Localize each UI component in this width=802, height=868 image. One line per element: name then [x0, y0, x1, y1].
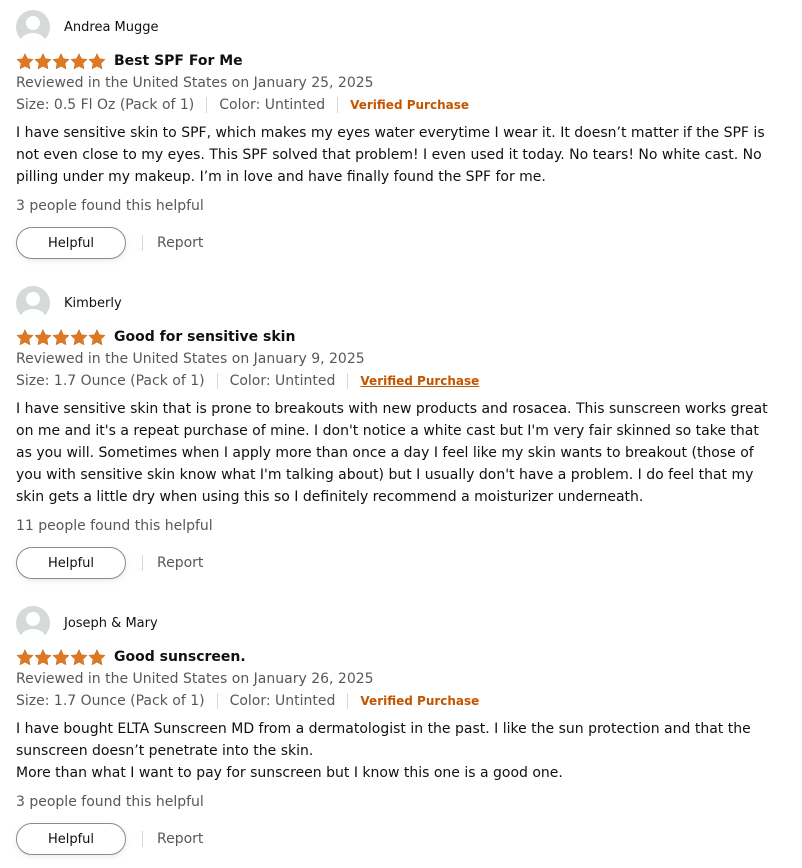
avatar [16, 606, 50, 640]
star-icon [70, 328, 88, 346]
review-body: I have sensitive skin to SPF, which make… [16, 122, 776, 188]
review-format-strip: Size: 1.7 Ounce (Pack of 1) Color: Untin… [16, 691, 786, 711]
review-title[interactable]: Good sunscreen. [114, 649, 246, 665]
review-format-strip: Size: 1.7 Ounce (Pack of 1) Color: Untin… [16, 371, 786, 391]
divider [216, 373, 218, 389]
helpful-count: 11 people found this helpful [16, 518, 213, 534]
helpful-count: 3 people found this helpful [16, 794, 204, 810]
reviewer-name[interactable]: Kimberly [64, 296, 122, 311]
review-card: Andrea Mugge Best SPF For Me Reviewed in… [16, 10, 786, 260]
divider [337, 97, 339, 113]
star-icon [16, 328, 34, 346]
avatar [16, 10, 50, 44]
star-rating[interactable] [16, 52, 106, 70]
product-color[interactable]: Color: Untinted [230, 373, 336, 389]
star-icon [16, 52, 34, 70]
review-actions: Helpful Report [16, 822, 786, 856]
review-text: I have sensitive skin that is prone to b… [16, 401, 768, 505]
reviewer-profile[interactable]: Andrea Mugge [16, 10, 786, 44]
verified-purchase-badge[interactable]: Verified Purchase [350, 98, 469, 112]
review-text: I have sensitive skin to SPF, which make… [16, 125, 765, 185]
product-size[interactable]: Size: 0.5 Fl Oz (Pack of 1) [16, 97, 194, 113]
divider [206, 97, 208, 113]
helpful-count: 3 people found this helpful [16, 198, 204, 214]
reviewer-name[interactable]: Andrea Mugge [64, 20, 159, 35]
product-color[interactable]: Color: Untinted [230, 693, 336, 709]
review-card: Kimberly Good for sensitive skin Reviewe… [16, 286, 786, 580]
divider [142, 831, 143, 847]
star-icon [70, 648, 88, 666]
review-body: I have bought ELTA Sunscreen MD from a d… [16, 718, 776, 784]
divider [216, 693, 218, 709]
divider [347, 373, 349, 389]
helpful-button[interactable]: Helpful [16, 823, 126, 855]
star-icon [34, 328, 52, 346]
star-icon [52, 648, 70, 666]
default-user-icon [20, 292, 46, 320]
verified-purchase-badge[interactable]: Verified Purchase [360, 374, 479, 388]
review-format-strip: Size: 0.5 Fl Oz (Pack of 1) Color: Untin… [16, 95, 786, 115]
review-title[interactable]: Good for sensitive skin [114, 329, 295, 345]
star-icon [88, 52, 106, 70]
star-icon [88, 648, 106, 666]
divider [142, 555, 143, 571]
divider [142, 235, 143, 251]
star-icon [52, 328, 70, 346]
reviewer-profile[interactable]: Kimberly [16, 286, 786, 320]
review-card: Joseph & Mary Good sunscreen. Reviewed i… [16, 606, 786, 856]
review-text: I have bought ELTA Sunscreen MD from a d… [16, 721, 751, 759]
verified-purchase-badge[interactable]: Verified Purchase [360, 694, 479, 708]
helpful-button[interactable]: Helpful [16, 547, 126, 579]
star-rating[interactable] [16, 648, 106, 666]
report-link[interactable]: Report [157, 555, 203, 571]
product-size[interactable]: Size: 1.7 Ounce (Pack of 1) [16, 693, 205, 709]
review-text: More than what I want to pay for sunscre… [16, 765, 563, 781]
default-user-icon [20, 612, 46, 640]
star-icon [16, 648, 34, 666]
reviewer-name[interactable]: Joseph & Mary [64, 616, 158, 631]
review-date: Reviewed in the United States on January… [16, 351, 365, 367]
divider [347, 693, 349, 709]
default-user-icon [20, 16, 46, 44]
report-link[interactable]: Report [157, 831, 203, 847]
review-date: Reviewed in the United States on January… [16, 75, 374, 91]
star-icon [52, 52, 70, 70]
star-rating[interactable] [16, 328, 106, 346]
star-icon [34, 648, 52, 666]
review-actions: Helpful Report [16, 226, 786, 260]
star-icon [70, 52, 88, 70]
review-actions: Helpful Report [16, 546, 786, 580]
review-date: Reviewed in the United States on January… [16, 671, 374, 687]
product-size[interactable]: Size: 1.7 Ounce (Pack of 1) [16, 373, 205, 389]
star-icon [88, 328, 106, 346]
reviewer-profile[interactable]: Joseph & Mary [16, 606, 786, 640]
star-icon [34, 52, 52, 70]
product-color[interactable]: Color: Untinted [219, 97, 325, 113]
report-link[interactable]: Report [157, 235, 203, 251]
review-title[interactable]: Best SPF For Me [114, 53, 243, 69]
review-body: I have sensitive skin that is prone to b… [16, 398, 776, 508]
avatar [16, 286, 50, 320]
helpful-button[interactable]: Helpful [16, 227, 126, 259]
